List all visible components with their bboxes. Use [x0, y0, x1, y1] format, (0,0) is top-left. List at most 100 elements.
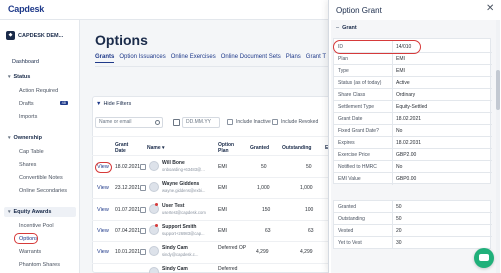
outstanding-cell: 1,000: [300, 185, 313, 191]
holder-name[interactable]: Sindy Cam: [162, 266, 188, 272]
include-inactive-checkbox[interactable]: [227, 119, 233, 125]
funnel-icon: ▼: [96, 101, 102, 107]
holder-name[interactable]: Will Bone: [162, 160, 185, 166]
sidebar-item-drafts[interactable]: Drafts 48: [19, 101, 68, 107]
detail-row-plan: Plan EMI: [334, 53, 492, 65]
tab-online-document-sets[interactable]: Online Document Sets: [221, 54, 281, 63]
outstanding-cell: 4,299: [300, 249, 313, 255]
col-grant-date[interactable]: Grant Date: [115, 142, 135, 154]
view-link[interactable]: View: [97, 228, 109, 234]
search-icon: [155, 120, 160, 125]
holder-name[interactable]: Sindy Cam: [162, 245, 188, 251]
outstanding-cell: 50: [306, 164, 312, 170]
view-highlight-circle: [95, 162, 112, 173]
holder-email: usertest@capdesk.com: [162, 210, 206, 215]
sidebar-group-equity-awards[interactable]: ▾ Equity Awards: [8, 209, 51, 215]
include-revoked-checkbox[interactable]: [272, 119, 278, 125]
tab-option-issuances[interactable]: Option Issuances: [119, 54, 165, 63]
plan-cell: EMI: [218, 164, 227, 170]
holder-email: sindy@capdesk.c...: [162, 252, 199, 257]
sidebar-item-shares[interactable]: Shares: [19, 162, 36, 168]
holder-name[interactable]: User Test: [162, 203, 184, 209]
company-selector[interactable]: ◆ CAPDESK DEM...: [6, 31, 63, 40]
sidebar-item-warrants[interactable]: Warrants: [19, 249, 41, 255]
page-title: Options: [95, 32, 148, 48]
tab-plans[interactable]: Plans: [286, 54, 301, 63]
capdesk-logo[interactable]: Capdesk: [8, 4, 44, 14]
granted-cell: 63: [265, 228, 271, 234]
alert-flag-icon: [155, 224, 158, 227]
options-highlight-circle: [14, 233, 38, 244]
caret-down-icon: ▾: [8, 74, 11, 80]
drafts-count-badge: 48: [59, 101, 68, 105]
detail-row-grant-date: Grant Date 18.02.2021: [334, 113, 492, 125]
plan-cell: EMI: [218, 207, 227, 213]
row-checkbox[interactable]: [140, 164, 146, 170]
sidebar-item-dashboard[interactable]: Dashboard: [12, 59, 39, 65]
table-header-top-border: [92, 136, 332, 137]
grant-section-toggle[interactable]: – Grant: [336, 25, 357, 31]
sidebar-item-incentive-pool[interactable]: Incentive Pool: [19, 223, 54, 229]
col-outstanding[interactable]: Outstanding: [282, 145, 311, 151]
sidebar-item-online-secondaries[interactable]: Online Secondaries: [19, 188, 67, 194]
sidebar-item-action-required[interactable]: Action Required: [19, 88, 58, 94]
avatar: [149, 246, 159, 256]
tabs-divider: [95, 66, 330, 67]
col-name[interactable]: Name ▾: [147, 145, 165, 151]
row-checkbox[interactable]: [140, 249, 146, 255]
detail-row-share-class: Share Class Ordinary: [334, 89, 492, 101]
view-link[interactable]: View: [97, 207, 109, 213]
amount-row-granted: Granted 50: [334, 201, 492, 213]
sidebar-item-phantom-shares[interactable]: Phantom Shares: [19, 262, 60, 268]
alert-flag-icon: [155, 203, 158, 206]
caret-down-icon: ▾: [8, 209, 11, 215]
collapse-icon: –: [336, 25, 340, 31]
row-checkbox[interactable]: [140, 185, 146, 191]
outstanding-cell: 100: [305, 207, 314, 213]
sidebar: ◆ CAPDESK DEM...: [0, 20, 80, 273]
row-divider: [92, 263, 332, 264]
panel-scrollbar-thumb[interactable]: [496, 70, 500, 110]
tab-grant-templates[interactable]: Grant T: [306, 54, 326, 63]
holder-email: support+26983@cap...: [162, 231, 205, 236]
sidebar-item-imports[interactable]: Imports: [19, 114, 37, 120]
sidebar-item-convertible-notes[interactable]: Convertible Notes: [19, 175, 63, 181]
detail-row-fixed-grant-date: Fixed Grant Date? No: [334, 125, 492, 137]
date-filter-input[interactable]: DD.MM.YY: [182, 117, 220, 128]
caret-down-icon: ▾: [8, 135, 11, 141]
holder-name[interactable]: Wayne Giddens: [162, 181, 199, 187]
col-option-plan[interactable]: Option Plan: [218, 142, 240, 154]
plan-cell: EMI: [218, 185, 227, 191]
row-checkbox[interactable]: [140, 228, 146, 234]
col-granted[interactable]: Granted: [250, 145, 269, 151]
avatar: [149, 267, 159, 273]
chat-support-button[interactable]: [474, 248, 494, 268]
panel-scrollbar[interactable]: [496, 20, 500, 273]
tab-grants[interactable]: Grants: [95, 54, 115, 63]
detail-row-status: Status (as of today) Active: [334, 77, 492, 89]
holder-email: wayne.giddens@exbi...: [162, 188, 206, 193]
amount-row-vested: Vested 20: [334, 225, 492, 237]
row-divider: [92, 198, 332, 199]
include-revoked-label: Include Revoked: [281, 119, 319, 125]
holder-name[interactable]: Support Smith: [162, 224, 196, 230]
tab-online-exercises[interactable]: Online Exercises: [171, 54, 216, 63]
sidebar-group-status[interactable]: ▾ Status: [8, 74, 30, 80]
name-email-filter-input[interactable]: Name or email: [95, 117, 163, 128]
outstanding-cell: 63: [308, 228, 314, 234]
holder-email: onboarding+63483@...: [162, 167, 205, 172]
view-link[interactable]: View: [97, 185, 109, 191]
hide-filters-button[interactable]: ▼ Hide Filters: [96, 101, 131, 107]
row-checkbox[interactable]: [140, 207, 146, 213]
calendar-icon[interactable]: [173, 119, 180, 126]
sidebar-group-ownership[interactable]: ▾ Ownership: [8, 135, 42, 141]
panel-title: Option Grant: [336, 6, 382, 15]
close-icon[interactable]: ✕: [486, 4, 494, 14]
avatar: [149, 161, 159, 171]
amount-row-outstanding: Outstanding 50: [334, 213, 492, 225]
row-divider: [92, 241, 332, 242]
view-link[interactable]: View: [97, 249, 109, 255]
sidebar-item-cap-table[interactable]: Cap Table: [19, 149, 44, 155]
granted-cell: 150: [262, 207, 271, 213]
grant-date-cell: 07.04.2021: [115, 228, 141, 234]
